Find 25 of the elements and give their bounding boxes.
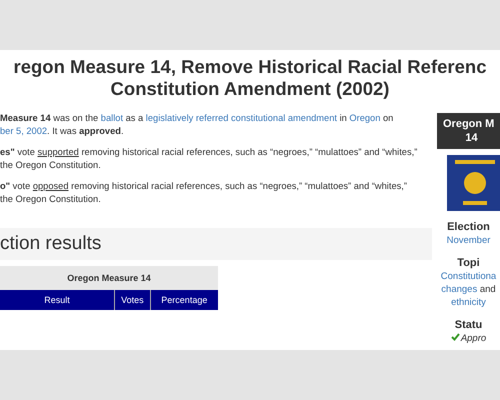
column-header: Percentage <box>150 290 218 310</box>
paragraph: Measure 14 was on the ballot as a legislatively referred constitutional amendment in Oregon on ber 5, 2002. It was approved. <box>0 112 394 138</box>
infobox-link[interactable]: changes <box>441 284 478 295</box>
column-header: Result <box>0 290 114 310</box>
infobox-link[interactable]: ethnicity <box>451 297 486 308</box>
flag-drawing <box>447 155 500 211</box>
section-heading: ction results <box>0 228 432 260</box>
infobox-label: Topi <box>456 257 481 270</box>
page-title: regon Measure 14, Remove Historical Racial Referenc Constitution Amendment (2002) <box>12 56 488 100</box>
paragraph: o" vote opposed removing historical racial references, such as “negroes,” “mulattoes” and “whites,” the Oregon Constitution. <box>0 180 408 206</box>
infobox-text: and <box>478 284 496 295</box>
paragraph: es" vote supported removing historical racial references, such as “negroes,” “mulattoes” and “whites,” the Oregon Constitution. <box>0 146 418 172</box>
text-link[interactable]: ballot <box>100 113 124 123</box>
text-link[interactable]: Oregon <box>349 113 380 123</box>
infobox-link[interactable]: Constitutiona <box>440 271 496 282</box>
infobox-header: Oregon M 14 <box>437 113 500 149</box>
check-icon <box>450 333 460 341</box>
table-caption: Oregon Measure 14 <box>0 266 218 290</box>
status-text: Appro <box>460 333 486 344</box>
infobox-link[interactable]: November <box>446 235 490 246</box>
column-header: Votes <box>114 290 150 310</box>
infobox-label: Election <box>446 221 491 234</box>
text-link[interactable]: ber 5, 2002 <box>0 126 48 136</box>
text-link[interactable]: legislatively referred constitutional amendment <box>146 113 337 123</box>
infobox-label: Statu <box>454 319 484 332</box>
